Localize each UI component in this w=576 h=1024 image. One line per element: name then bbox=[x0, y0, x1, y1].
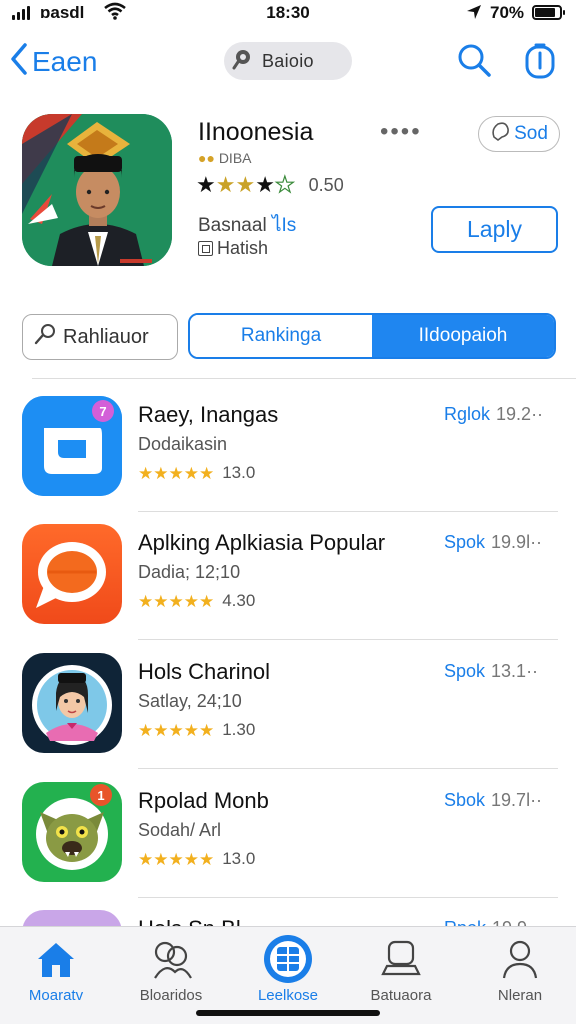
info-icon bbox=[522, 43, 558, 84]
list-item-rating: ★★★★★ 13.0 bbox=[138, 463, 256, 483]
list-item[interactable]: Aplking Aplkiasia Popular Dadia; 12;10 ★… bbox=[0, 520, 576, 640]
list-item-title: Rpolad Monb bbox=[138, 788, 269, 813]
seller-name: Basnaal ไIs bbox=[198, 215, 297, 236]
segment-row: Rahliauor Rankinga IIdoopaioh bbox=[0, 312, 576, 360]
back-label: Eaen bbox=[32, 45, 98, 77]
people-icon bbox=[121, 937, 221, 981]
list-item-rating: ★★★★★ 4.30 bbox=[138, 591, 256, 611]
share-button[interactable]: Sod bbox=[478, 116, 560, 152]
list-item-title: Hols Charinol bbox=[138, 659, 271, 684]
list-item-subtitle: Sodah/ Arl bbox=[138, 820, 222, 840]
user-icon bbox=[470, 937, 570, 981]
row-divider bbox=[138, 768, 558, 769]
chevron-left-icon bbox=[10, 42, 28, 81]
battery-icon bbox=[532, 5, 565, 20]
star-empty-icon: ★ bbox=[274, 172, 295, 197]
speech-bubble-icon bbox=[22, 524, 122, 624]
list-item-subtitle: Dodaikasin bbox=[138, 434, 228, 454]
tab-people[interactable]: Bloaridos bbox=[121, 937, 221, 1004]
filter-search-button[interactable]: Rahliauor bbox=[22, 314, 178, 360]
search-pill-label: Baioio bbox=[262, 50, 314, 71]
nav-bar: Eaen Baioio bbox=[0, 36, 576, 88]
battery-percent: 70% bbox=[490, 3, 525, 22]
get-app-button[interactable]: Laply bbox=[431, 206, 558, 253]
tab-grid[interactable]: Leelkose bbox=[238, 935, 338, 1004]
star-icon: ★★★★★ bbox=[138, 463, 215, 483]
category-dot-icon: ●● bbox=[198, 150, 215, 166]
list-item[interactable]: 7 Raey, Inangas Dodaikasin ★★★★★ 13.0 Rg… bbox=[0, 392, 576, 512]
list-item-rank: Spok 13.1·· bbox=[444, 661, 539, 681]
star-icon: ★★★★★ bbox=[138, 720, 215, 740]
star-icon: ★★★★★ bbox=[138, 591, 215, 611]
list-item-rating: ★★★★★ 1.30 bbox=[138, 720, 256, 740]
key-search-icon bbox=[33, 322, 57, 352]
language-row: Hatish bbox=[198, 238, 268, 259]
app-icon bbox=[22, 114, 172, 266]
filter-search-label: Rahliauor bbox=[63, 325, 149, 348]
rating-value: 0.50 bbox=[308, 174, 344, 195]
divider bbox=[32, 378, 576, 379]
more-options-icon[interactable]: •••• bbox=[380, 118, 422, 146]
row-divider bbox=[138, 897, 558, 898]
list-item-title: Aplking Aplkiasia Popular bbox=[138, 530, 386, 555]
tab-home[interactable]: Moaratv bbox=[6, 937, 106, 1004]
star-icon: ★★★★★ bbox=[138, 849, 215, 869]
notification-badge: 1 bbox=[90, 784, 112, 806]
row-divider bbox=[138, 639, 558, 640]
app-rating: ★ ★ ★ ★ ★ 0.50 bbox=[196, 172, 344, 197]
person-screen-icon bbox=[351, 937, 451, 981]
star-filled-icon: ★ bbox=[255, 172, 275, 197]
star-filled-icon: ★ bbox=[215, 172, 236, 197]
language-label: Hatish bbox=[217, 238, 269, 258]
notification-badge: 7 bbox=[92, 400, 114, 422]
row-divider bbox=[138, 511, 558, 512]
tab-profile-screen[interactable]: Batuaora bbox=[351, 937, 451, 1004]
home-indicator[interactable] bbox=[196, 1010, 380, 1016]
mic-search-icon bbox=[232, 47, 256, 76]
search-button[interactable] bbox=[456, 42, 492, 83]
list-item-rating: ★★★★★ 13.0 bbox=[138, 849, 256, 869]
list-item-rank: Spok 19.9l·· bbox=[444, 532, 543, 552]
share-label: Sod bbox=[514, 123, 548, 144]
app-subtitle: ●● DIBA bbox=[198, 150, 252, 166]
star-filled-icon: ★ bbox=[196, 172, 216, 197]
list-item[interactable]: 1 Rpolad Monb Sodah/ Arl ★★★★★ 13.0 Sbok… bbox=[0, 778, 576, 898]
search-pill[interactable]: Baioio bbox=[224, 42, 352, 80]
location-arrow-icon bbox=[466, 4, 482, 25]
grid-icon bbox=[238, 935, 338, 983]
tab-rankings[interactable]: Rankinga bbox=[190, 315, 372, 357]
tab-user[interactable]: Nleran bbox=[470, 937, 570, 1004]
avatar-girl-icon bbox=[22, 653, 122, 753]
status-bar: ɒasdl 18:30 70% bbox=[0, 0, 576, 28]
language-icon bbox=[198, 241, 213, 256]
tab-indonesia[interactable]: IIdoopaioh bbox=[372, 315, 554, 357]
back-button[interactable]: Eaen bbox=[10, 42, 97, 81]
app-header: IInoonesia •••• Sod ●● DIBA ★ ★ ★ ★ ★ 0.… bbox=[0, 112, 576, 272]
info-button[interactable] bbox=[522, 42, 558, 85]
app-title: IInoonesia bbox=[198, 118, 314, 146]
list-item-subtitle: Dadia; 12;10 bbox=[138, 562, 241, 582]
list-item[interactable]: Hols Charinol Satlay, 24;10 ★★★★★ 1.30 S… bbox=[0, 649, 576, 769]
share-bubble-icon bbox=[490, 121, 510, 147]
home-icon bbox=[6, 937, 106, 981]
list-item-rank: Rglok 19.2·· bbox=[444, 404, 544, 424]
list-item-subtitle: Satlay, 24;10 bbox=[138, 691, 242, 711]
star-filled-icon: ★ bbox=[235, 172, 256, 197]
segment-control: Rankinga IIdoopaioh bbox=[188, 313, 556, 359]
list-item-title: Raey, Inangas bbox=[138, 402, 279, 427]
search-icon bbox=[456, 44, 492, 82]
list-item-rank: Sbok 19.7l·· bbox=[444, 790, 543, 810]
